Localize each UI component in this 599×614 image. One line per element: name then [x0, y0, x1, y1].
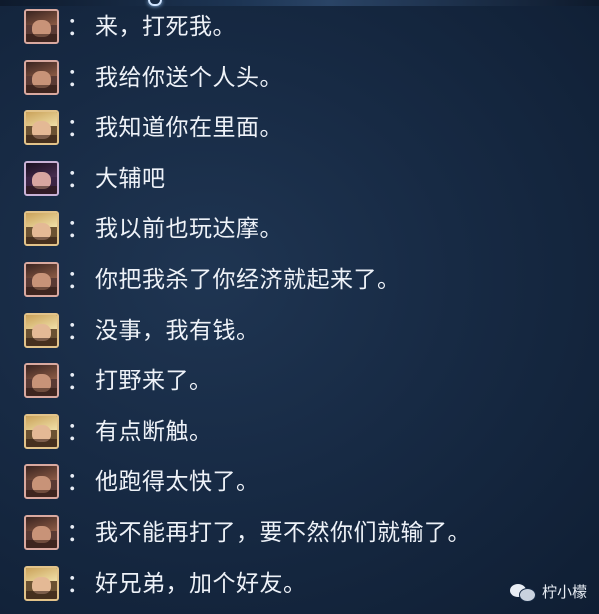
player-avatar[interactable] [24, 413, 59, 449]
player-avatar[interactable] [24, 9, 59, 44]
separator-colon: ： [66, 568, 92, 598]
separator-colon: ： [66, 315, 92, 345]
chat-message: ： 我给你送个人头。 [0, 55, 599, 106]
player-avatar[interactable] [24, 160, 59, 196]
player-avatar[interactable] [24, 464, 59, 500]
player-avatar[interactable] [24, 261, 59, 297]
message-text: 我知道你在里面。 [95, 115, 283, 142]
message-text: 大辅吧 [95, 165, 166, 192]
chat-message: ： 我以前也玩达摩。 [0, 206, 599, 257]
chat-message: ： 没事，我有钱。 [0, 308, 599, 359]
message-text: 来，打死我。 [95, 14, 236, 40]
message-text: 你把我杀了你经济就起来了。 [95, 266, 401, 293]
player-avatar[interactable] [24, 110, 59, 146]
separator-colon: ： [66, 517, 92, 547]
player-avatar[interactable] [24, 211, 59, 247]
chat-message: ： 他跑得太快了。 [0, 459, 599, 510]
chat-message: ： 我知道你在里面。 [0, 105, 599, 156]
separator-colon: ： [66, 113, 92, 143]
player-avatar[interactable] [24, 59, 59, 95]
separator-colon: ： [66, 366, 92, 396]
message-text: 我不能再打了，要不然你们就输了。 [95, 519, 471, 546]
message-text: 打野来了。 [95, 368, 213, 395]
chat-message: ： 来，打死我。 [0, 4, 599, 55]
separator-colon: ： [66, 214, 92, 244]
separator-colon: ： [66, 416, 92, 446]
message-text: 没事，我有钱。 [95, 317, 260, 344]
separator-colon: ： [66, 264, 92, 294]
separator-colon: ： [66, 467, 92, 497]
chat-message: ： 有点断触。 [0, 409, 599, 460]
message-text: 我给你送个人头。 [95, 64, 283, 91]
player-avatar[interactable] [24, 363, 59, 399]
chat-message: ： 打野来了。 [0, 358, 599, 409]
message-text: 我以前也玩达摩。 [95, 216, 283, 243]
message-text: 他跑得太快了。 [95, 469, 260, 496]
separator-colon: ： [66, 163, 92, 193]
message-text: 有点断触。 [95, 418, 213, 445]
chat-log: ： 来，打死我。 ： 我给你送个人头。 ： 我知道你在里面。 ： 大辅吧 ： 我… [0, 4, 599, 611]
chat-message: ： 大辅吧 [0, 156, 599, 207]
message-text: 好兄弟，加个好友。 [95, 570, 307, 597]
chat-message: ： 我不能再打了，要不然你们就输了。 [0, 510, 599, 561]
wechat-icon [509, 582, 536, 602]
separator-colon: ： [66, 62, 92, 92]
player-avatar[interactable] [24, 312, 59, 348]
chat-message: ： 你把我杀了你经济就起来了。 [0, 257, 599, 308]
watermark: 柠小檬 [509, 581, 587, 602]
player-avatar[interactable] [24, 565, 59, 601]
separator-colon: ： [66, 12, 92, 41]
watermark-text: 柠小檬 [541, 583, 587, 601]
player-avatar[interactable] [24, 514, 59, 550]
